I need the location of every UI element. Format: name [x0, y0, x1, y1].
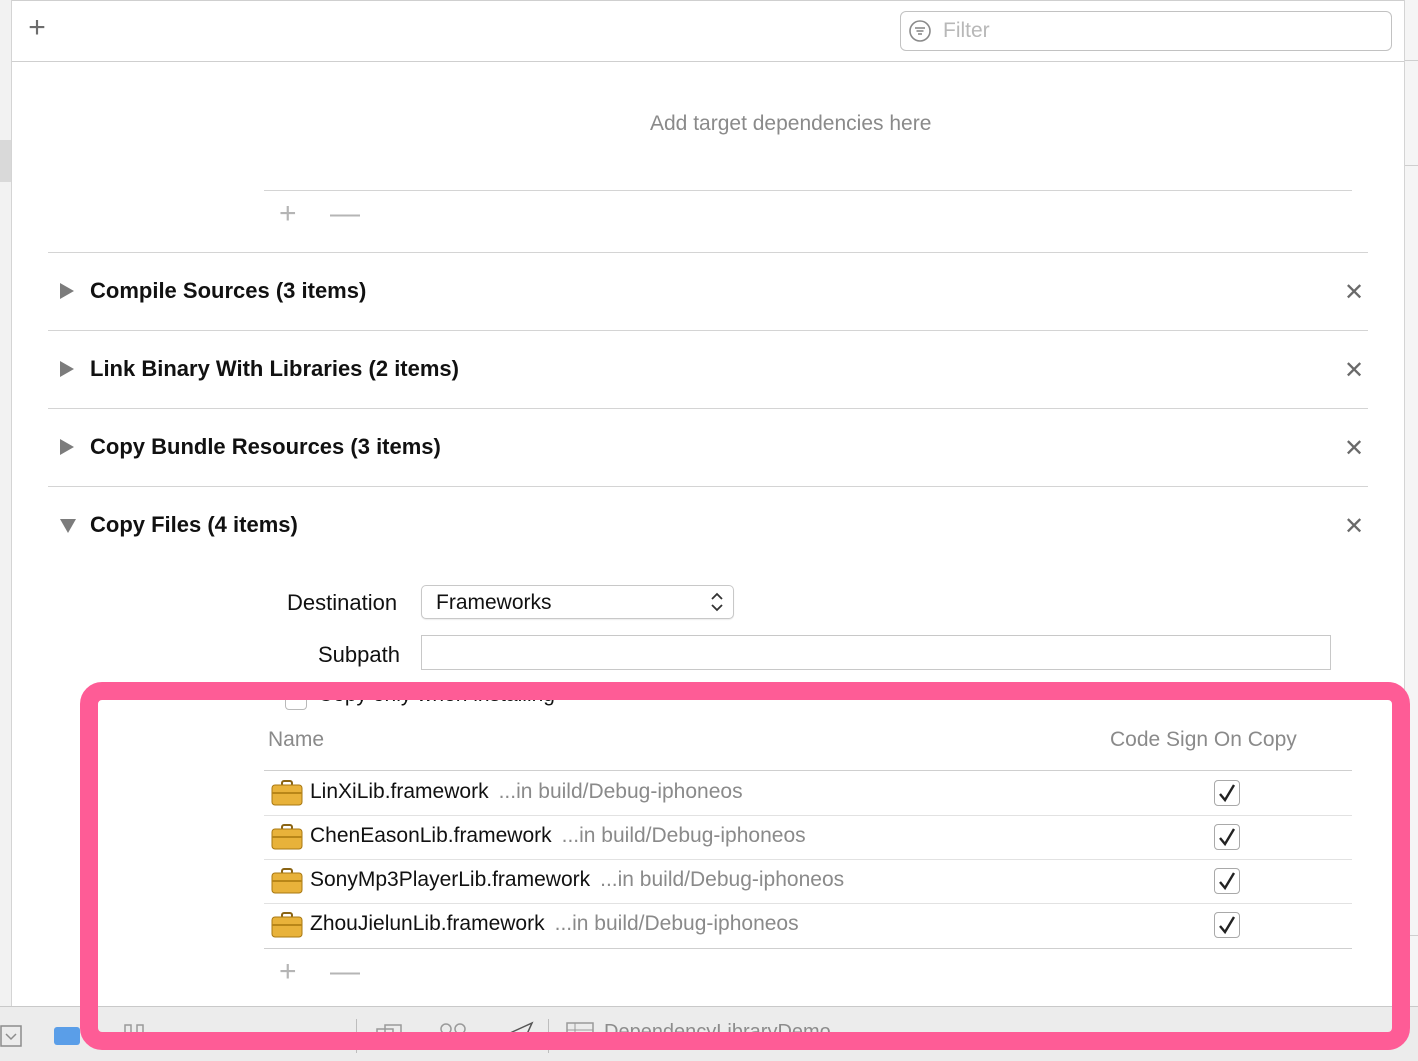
highlight-annotation [80, 682, 1410, 1050]
dependencies-empty-text: Add target dependencies here [650, 112, 932, 135]
subpath-label: Subpath [318, 642, 400, 667]
phase-link-binary[interactable]: Link Binary With Libraries (2 items) ✕ [0, 331, 1400, 408]
close-icon[interactable]: ✕ [1342, 278, 1366, 307]
phase-title: Compile Sources (3 items) [90, 278, 367, 303]
add-build-phase-button[interactable]: + [24, 13, 50, 43]
dependencies-divider [264, 190, 1352, 191]
subpath-input[interactable] [421, 635, 1331, 670]
phase-title: Copy Files (4 items) [90, 512, 298, 537]
disclosure-triangle-icon[interactable] [60, 283, 74, 299]
filter-placeholder: Filter [943, 19, 990, 42]
destination-label: Destination [287, 590, 398, 615]
disclosure-triangle-icon[interactable] [60, 519, 76, 533]
close-icon[interactable]: ✕ [1342, 512, 1366, 541]
remove-dependency-button[interactable]: — [330, 199, 360, 229]
breakpoints-toggle-icon[interactable] [54, 1027, 80, 1045]
destination-value: Frameworks [436, 591, 552, 614]
add-dependency-button[interactable]: + [279, 199, 297, 229]
disclosure-triangle-icon[interactable] [60, 439, 74, 455]
disclosure-triangle-icon[interactable] [60, 361, 74, 377]
phase-copy-files[interactable]: Copy Files (4 items) ✕ [0, 487, 1400, 564]
chevron-up-down-icon [711, 592, 723, 612]
hide-debug-area-icon[interactable] [0, 1025, 22, 1047]
destination-select[interactable]: Frameworks [421, 585, 734, 619]
phase-title: Link Binary With Libraries (2 items) [90, 356, 459, 381]
phase-copy-bundle-resources[interactable]: Copy Bundle Resources (3 items) ✕ [0, 409, 1400, 486]
filter-field[interactable]: Filter [900, 11, 1392, 51]
build-phases-toolbar: + Filter [12, 0, 1404, 62]
phase-title: Copy Bundle Resources (3 items) [90, 434, 441, 459]
filter-icon [909, 20, 931, 42]
close-icon[interactable]: ✕ [1342, 356, 1366, 385]
close-icon[interactable]: ✕ [1342, 434, 1366, 463]
phase-compile-sources[interactable]: Compile Sources (3 items) ✕ [0, 253, 1400, 330]
